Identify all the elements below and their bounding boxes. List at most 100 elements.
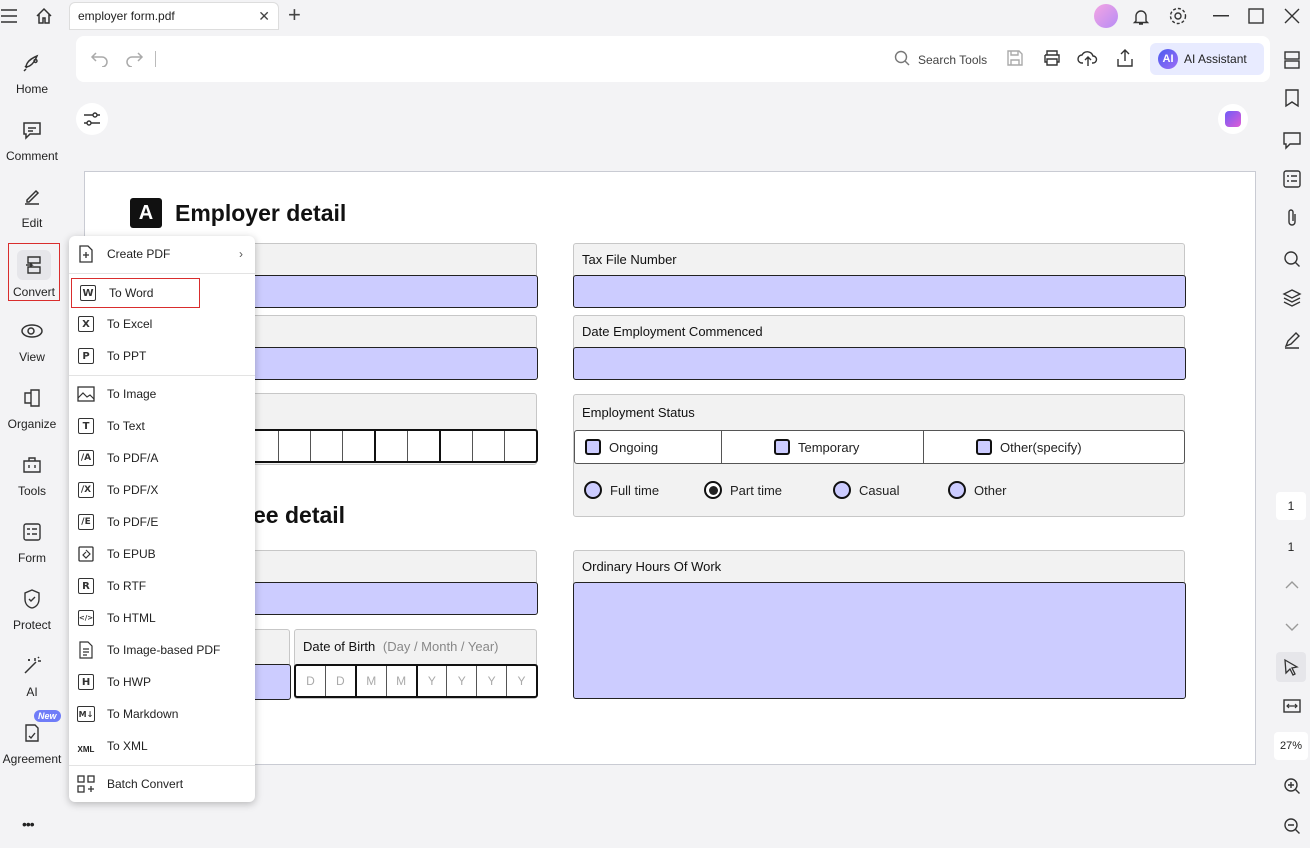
- comment-icon[interactable]: [1280, 128, 1304, 152]
- sidebar-item-convert[interactable]: Convert: [8, 243, 60, 301]
- menu-item-to-pdf-a[interactable]: /A To PDF/A: [69, 443, 255, 473]
- checkbox[interactable]: [976, 439, 992, 455]
- option-temporary[interactable]: Temporary: [722, 431, 924, 463]
- document-tab[interactable]: employer form.pdf ✕: [69, 2, 279, 30]
- excel-icon: X: [77, 315, 95, 333]
- sidebar-item-agreement[interactable]: New Agreement: [0, 710, 64, 770]
- date-employment-input[interactable]: [573, 347, 1186, 380]
- radio[interactable]: [833, 481, 851, 499]
- menu-item-to-hwp[interactable]: H To HWP: [69, 667, 255, 697]
- form-fields-icon[interactable]: [1280, 167, 1304, 191]
- gear-icon[interactable]: [1167, 5, 1189, 27]
- select-tool-button[interactable]: [1276, 652, 1306, 682]
- sidebar-item-ai[interactable]: AI: [0, 643, 64, 703]
- option-ongoing[interactable]: Ongoing: [575, 431, 722, 463]
- total-pages: 1: [1287, 540, 1295, 554]
- checkbox[interactable]: [774, 439, 790, 455]
- signature-icon[interactable]: [1280, 328, 1304, 352]
- share-icon[interactable]: [1115, 48, 1135, 71]
- home-icon[interactable]: [34, 6, 54, 26]
- tax-file-number-input[interactable]: [573, 275, 1186, 308]
- cloud-upload-icon[interactable]: [1077, 49, 1099, 70]
- checkbox[interactable]: [585, 439, 601, 455]
- radio[interactable]: [584, 481, 602, 499]
- floating-assistant-button[interactable]: [1218, 104, 1248, 134]
- zoom-out-icon[interactable]: [1280, 814, 1304, 838]
- sidebar-item-view[interactable]: View: [0, 308, 64, 368]
- radio[interactable]: [704, 481, 722, 499]
- employee-field-1-input[interactable]: [245, 582, 538, 615]
- chevron-up-icon[interactable]: [1280, 573, 1304, 597]
- search-tools[interactable]: Search Tools: [894, 50, 987, 69]
- sidebar-item-edit[interactable]: Edit: [0, 174, 64, 234]
- ppt-icon-glyph: P: [78, 348, 94, 364]
- menu-separator: [69, 273, 255, 274]
- avatar[interactable]: [1094, 4, 1118, 28]
- zoom-in-icon[interactable]: [1280, 774, 1304, 798]
- employer-field-2-input[interactable]: [245, 347, 538, 380]
- menu-item-to-image-based-pdf[interactable]: To Image-based PDF: [69, 635, 255, 665]
- option-other-specify[interactable]: Other(specify): [924, 431, 1184, 463]
- menu-item-to-ppt[interactable]: P To PPT: [69, 341, 255, 371]
- sidebar-item-organize[interactable]: Organize: [0, 375, 64, 435]
- sidebar-item-home[interactable]: Home: [0, 40, 64, 100]
- sidebar-item-protect[interactable]: Protect: [0, 576, 64, 636]
- dob-cells[interactable]: D D M M Y Y Y Y: [294, 664, 538, 698]
- save-icon[interactable]: [1006, 49, 1024, 70]
- menu-item-to-text[interactable]: T To Text: [69, 411, 255, 441]
- menu-item-to-rtf[interactable]: R To RTF: [69, 571, 255, 601]
- search-tools-label: Search Tools: [918, 52, 988, 67]
- layers-icon[interactable]: [1280, 286, 1304, 310]
- current-page[interactable]: 1: [1276, 492, 1306, 520]
- minimize-icon[interactable]: [1210, 6, 1232, 26]
- text-icon: T: [77, 417, 95, 435]
- sidebar-label: AI: [26, 685, 38, 699]
- menu-item-to-image[interactable]: To Image: [69, 379, 255, 409]
- radio-full-time[interactable]: Full time: [584, 481, 704, 499]
- close-window-icon[interactable]: [1282, 6, 1302, 26]
- new-tab-icon[interactable]: +: [288, 4, 301, 26]
- menu-item-to-html[interactable]: </> To HTML: [69, 603, 255, 633]
- close-tab-icon[interactable]: ✕: [258, 8, 270, 25]
- menu-item-to-excel[interactable]: X To Excel: [69, 309, 255, 339]
- employer-field-1-input[interactable]: [245, 275, 538, 308]
- print-icon[interactable]: [1042, 49, 1062, 70]
- search-icon[interactable]: [1280, 247, 1304, 271]
- radio-part-time[interactable]: Part time: [704, 481, 833, 499]
- menu-item-to-word[interactable]: W To Word: [71, 278, 200, 308]
- sidebar-item-comment[interactable]: Comment: [0, 107, 64, 167]
- menu-icon[interactable]: [0, 6, 18, 26]
- rtf-icon: R: [77, 577, 95, 595]
- sidebar-item-form[interactable]: Form: [0, 509, 64, 569]
- abn-cells[interactable]: [245, 429, 538, 463]
- menu-item-to-markdown[interactable]: M↓ To Markdown: [69, 699, 255, 729]
- menu-item-to-xml[interactable]: XML To XML: [69, 731, 255, 761]
- redo-icon[interactable]: [124, 49, 144, 70]
- bell-icon[interactable]: [1130, 6, 1152, 28]
- undo-icon[interactable]: [90, 49, 110, 70]
- chevron-down-icon[interactable]: [1280, 615, 1304, 639]
- menu-item-to-pdf-x[interactable]: /X To PDF/X: [69, 475, 255, 505]
- word-icon: W: [79, 284, 97, 302]
- ppt-icon: P: [77, 347, 95, 365]
- menu-item-batch-convert[interactable]: Batch Convert: [69, 769, 255, 799]
- attachment-icon[interactable]: [1280, 206, 1304, 230]
- menu-item-to-pdf-e[interactable]: /E To PDF/E: [69, 507, 255, 537]
- fit-page-icon[interactable]: [1280, 694, 1304, 718]
- bookmark-icon[interactable]: [1280, 86, 1304, 110]
- maximize-icon[interactable]: [1246, 6, 1266, 26]
- menu-item-to-epub[interactable]: To EPUB: [69, 539, 255, 569]
- menu-item-label: To Excel: [107, 317, 153, 331]
- zoom-level[interactable]: 27%: [1274, 732, 1308, 760]
- sidebar-item-tools[interactable]: Tools: [0, 442, 64, 502]
- radio-casual[interactable]: Casual: [833, 481, 948, 499]
- filter-settings-button[interactable]: [76, 103, 108, 135]
- cell: [279, 431, 311, 461]
- radio[interactable]: [948, 481, 966, 499]
- more-icon[interactable]: •••: [22, 816, 35, 832]
- thumbnails-icon[interactable]: [1280, 48, 1304, 72]
- ai-assistant-button[interactable]: AI AI Assistant: [1150, 43, 1264, 75]
- radio-other[interactable]: Other: [948, 481, 1007, 499]
- ordinary-hours-input[interactable]: [573, 582, 1186, 699]
- menu-item-create-pdf[interactable]: Create PDF ›: [69, 239, 255, 269]
